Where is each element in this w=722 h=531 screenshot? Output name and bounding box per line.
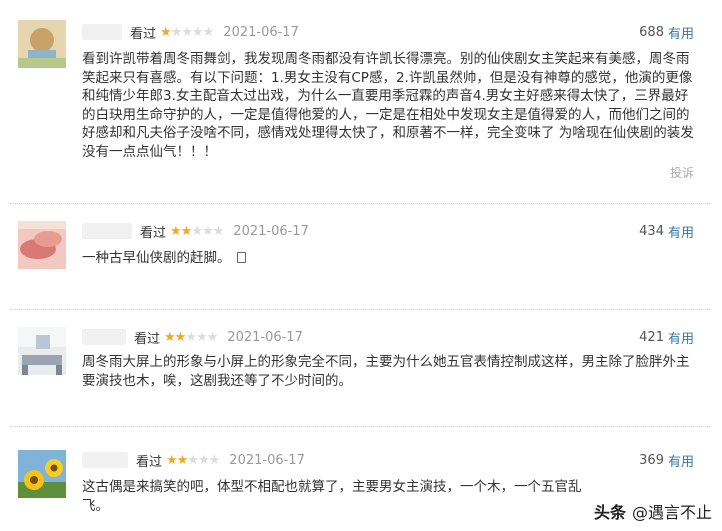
star-empty-icon: ★ (202, 24, 215, 40)
rating-stars: ★★★★★ (164, 329, 219, 345)
divider (10, 309, 710, 310)
review-item: 看过 ★★★★★ 2021-06-17 434 有用 一种古早仙侠剧的赶脚。 (0, 205, 722, 305)
review-meta: 看过 ★★★★★ 2021-06-17 (82, 450, 305, 470)
review-date: 2021-06-17 (227, 329, 303, 345)
star-empty-icon: ★ (170, 24, 183, 40)
star-empty-icon: ★ (191, 24, 204, 40)
vote-area: 421 有用 (639, 327, 694, 347)
star-empty-icon: ★ (195, 329, 208, 345)
vote-count: 369 (639, 452, 664, 468)
review-item: 看过 ★★★★★ 2021-06-17 421 有用 周冬雨大屏上的形象与小屏上… (0, 311, 722, 421)
watched-label: 看过 (130, 26, 157, 42)
watermark: 头条 @遇言不止 (594, 499, 712, 523)
star-empty-icon: ★ (191, 223, 203, 239)
review-date: 2021-06-17 (229, 452, 305, 468)
avatar[interactable] (18, 450, 66, 498)
star-empty-icon: ★ (181, 24, 193, 40)
star-empty-icon: ★ (212, 223, 225, 239)
star-empty-icon: ★ (206, 329, 219, 345)
rating-stars: ★★★★★ (160, 24, 215, 40)
useful-button[interactable]: 有用 (668, 222, 694, 241)
vote-count: 688 (639, 24, 664, 40)
divider (10, 426, 710, 427)
star-filled-icon: ★ (164, 329, 176, 345)
star-empty-icon: ★ (201, 223, 214, 239)
star-filled-icon: ★ (174, 329, 187, 345)
star-empty-icon: ★ (185, 329, 197, 345)
report-link[interactable]: 投诉 (670, 164, 694, 181)
useful-button[interactable]: 有用 (668, 328, 694, 347)
username[interactable] (82, 452, 128, 468)
star-empty-icon: ★ (208, 452, 221, 468)
star-filled-icon: ★ (180, 223, 193, 239)
review-item: 看过 ★★★★★ 2021-06-17 688 有用 看到许凯带着周冬雨舞剑，我… (0, 0, 722, 200)
star-empty-icon: ★ (197, 452, 210, 468)
star-empty-icon: ★ (187, 452, 199, 468)
watched-label: 看过 (136, 454, 163, 470)
watched-label: 看过 (134, 331, 161, 347)
useful-button[interactable]: 有用 (668, 451, 694, 470)
watermark-logo: 头条 (593, 503, 626, 522)
review-meta: 看过 ★★★★★ 2021-06-17 (82, 327, 303, 347)
vote-area: 434 有用 (639, 221, 694, 241)
avatar[interactable] (18, 20, 66, 68)
vote-area: 688 有用 (639, 22, 694, 42)
vote-area: 369 有用 (639, 450, 694, 470)
review-text: 看到许凯带着周冬雨舞剑，我发现周冬雨都没有许凯长得漂亮。别的仙侠剧女主笑起来有美… (82, 51, 694, 160)
review-text-content: 一种古早仙侠剧的赶脚。 (82, 250, 231, 266)
username[interactable] (82, 329, 126, 345)
star-filled-icon: ★ (170, 223, 182, 239)
rating-stars: ★★★★★ (166, 452, 221, 468)
username[interactable] (82, 24, 122, 40)
star-filled-icon: ★ (160, 24, 172, 40)
divider (10, 203, 710, 204)
review-date: 2021-06-17 (223, 24, 299, 40)
watermark-account: @遇言不止 (631, 503, 712, 522)
vote-count: 421 (639, 329, 664, 345)
rating-stars: ★★★★★ (170, 223, 225, 239)
review-meta: 看过 ★★★★★ 2021-06-17 (82, 221, 309, 241)
avatar[interactable] (18, 327, 66, 375)
star-filled-icon: ★ (166, 452, 178, 468)
useful-button[interactable]: 有用 (668, 23, 694, 42)
review-date: 2021-06-17 (233, 223, 309, 239)
review-text: 这古偶是来搞笑的吧，体型不相配也就算了，主要男女主演技，一个木，一个五官乱飞。 (82, 479, 582, 514)
watched-label: 看过 (140, 225, 167, 241)
copy-icon[interactable] (236, 252, 246, 263)
review-text: 周冬雨大屏上的形象与小屏上的形象完全不同，主要为什么她五官表情控制成这样，男主除… (82, 354, 690, 389)
username[interactable] (82, 223, 132, 239)
vote-count: 434 (639, 223, 664, 239)
review-meta: 看过 ★★★★★ 2021-06-17 (82, 22, 299, 42)
review-text: 一种古早仙侠剧的赶脚。 (82, 249, 698, 268)
avatar[interactable] (18, 221, 66, 269)
star-filled-icon: ★ (176, 452, 189, 468)
